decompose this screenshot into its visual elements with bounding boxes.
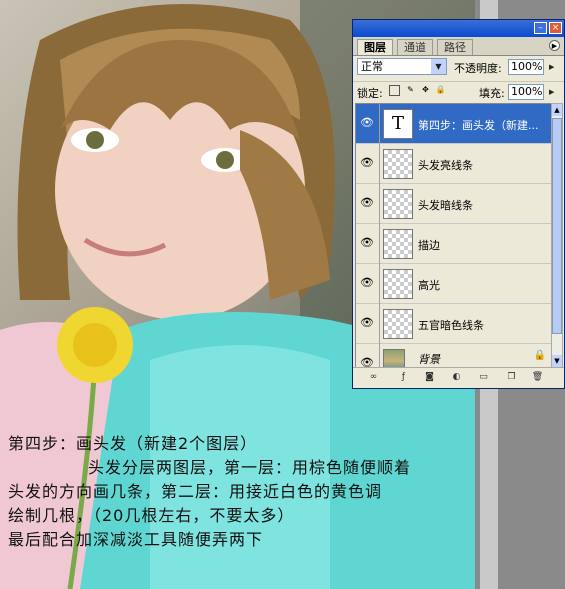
opacity-arrow-icon[interactable]: ▶ — [549, 63, 554, 71]
layer-row[interactable]: 👁 高光 — [356, 264, 552, 304]
layer-row[interactable]: 👁 描边 — [356, 224, 552, 264]
link-icon[interactable]: ∞ — [367, 371, 380, 384]
layer-name: 描边 — [418, 239, 440, 252]
layer-separator — [379, 144, 380, 184]
layer-name: 第四步：画头发（新建... — [418, 119, 539, 132]
layer-name: 五官暗色线条 — [418, 319, 484, 332]
layer-thumbnail — [383, 149, 413, 179]
new-layer-icon[interactable]: ❐ — [505, 371, 518, 384]
caption-line: 第四步：画头发（新建2个图层） — [8, 434, 258, 453]
tutorial-caption: 第四步：画头发（新建2个图层） 头发分层两图层，第一层：用棕色随便顺着 头发的方… — [8, 432, 478, 552]
caption-line: 最后配合加深减淡工具随便弄两下 — [8, 530, 264, 549]
layer-thumbnail — [383, 189, 413, 219]
fill-arrow-icon[interactable]: ▶ — [549, 88, 554, 96]
palette-tabs: 图层 通道 路径 ▶ — [353, 37, 564, 56]
scroll-up-icon[interactable]: ▲ — [552, 104, 562, 116]
palette-titlebar[interactable]: – × — [353, 20, 564, 37]
eye-icon[interactable]: 👁 — [359, 276, 375, 290]
caption-line: 头发分层两图层，第一层：用棕色随便顺着 — [88, 458, 412, 477]
layer-row[interactable]: 👁 头发暗线条 — [356, 184, 552, 224]
layer-scrollbar[interactable]: ▲ ▼ — [551, 103, 563, 368]
blend-opacity-row: 正常 ▼ 不透明度: 100% ▶ — [353, 57, 564, 77]
layer-name: 头发暗线条 — [418, 199, 473, 212]
fill-field[interactable]: 100% — [508, 84, 544, 100]
eye-icon[interactable]: 👁 — [359, 316, 375, 330]
opacity-field[interactable]: 100% — [508, 59, 544, 75]
eye-icon[interactable]: 👁 — [359, 196, 375, 210]
text-layer-thumbnail: T — [383, 109, 413, 139]
layer-separator — [379, 224, 380, 264]
lock-all-icon[interactable]: 🔒 — [435, 85, 446, 96]
tab-paths[interactable]: 路径 — [437, 39, 473, 55]
layer-row[interactable]: 👁 头发亮线条 — [356, 144, 552, 184]
lock-position-icon[interactable]: ✥ — [420, 85, 431, 96]
lock-transparent-icon[interactable] — [389, 85, 400, 96]
layer-style-icon[interactable]: ƒ — [397, 371, 410, 384]
layers-palette: – × 图层 通道 路径 ▶ 正常 ▼ 不透明度: 100% ▶ 锁定: ✎ ✥… — [352, 19, 565, 389]
layer-name: 背景 — [418, 353, 440, 366]
palette-bottom-bar: ∞ ƒ ◙ ◐ ▭ ❐ 🗑 — [353, 367, 564, 388]
layer-name: 高光 — [418, 279, 440, 292]
folder-icon[interactable]: ▭ — [477, 371, 490, 384]
minimize-icon[interactable]: – — [534, 22, 547, 34]
caption-line: 绘制几根，（20几根左右，不要太多） — [8, 506, 295, 525]
scroll-down-icon[interactable]: ▼ — [552, 355, 562, 367]
lock-fill-row: 锁定: ✎ ✥ 🔒 填充: 100% ▶ — [353, 81, 564, 102]
fill-label: 填充: — [479, 87, 505, 100]
layer-row[interactable]: 👁 五官暗色线条 — [356, 304, 552, 344]
lock-icon: 🔒 — [533, 350, 546, 361]
close-icon[interactable]: × — [549, 22, 562, 34]
blend-mode-select[interactable]: 正常 ▼ — [357, 58, 447, 75]
scroll-thumb[interactable] — [552, 118, 562, 334]
opacity-label: 不透明度: — [454, 62, 502, 75]
layer-name: 头发亮线条 — [418, 159, 473, 172]
layer-thumbnail — [383, 229, 413, 259]
palette-menu-icon[interactable]: ▶ — [549, 40, 560, 51]
layer-separator — [379, 104, 380, 144]
layer-separator — [379, 184, 380, 224]
layer-list: 👁 T 第四步：画头发（新建... 👁 头发亮线条 👁 头发暗线条 👁 描边 👁 — [355, 103, 553, 370]
layer-thumbnail — [383, 269, 413, 299]
layer-row[interactable]: 👁 T 第四步：画头发（新建... — [356, 104, 552, 144]
tab-layers[interactable]: 图层 — [357, 39, 393, 55]
lock-image-icon[interactable]: ✎ — [405, 85, 416, 96]
layer-separator — [379, 264, 380, 304]
eye-icon[interactable]: 👁 — [359, 156, 375, 170]
adjustment-icon[interactable]: ◐ — [450, 371, 463, 384]
chevron-down-icon[interactable]: ▼ — [431, 59, 446, 74]
layer-thumbnail — [383, 309, 413, 339]
eye-icon[interactable]: 👁 — [359, 116, 375, 130]
tab-channels[interactable]: 通道 — [397, 39, 433, 55]
lock-label: 锁定: — [357, 87, 383, 100]
mask-icon[interactable]: ◙ — [423, 371, 436, 384]
eye-icon[interactable]: 👁 — [359, 236, 375, 250]
blend-mode-value: 正常 — [361, 60, 383, 73]
caption-line: 头发的方向画几条，第二层：用接近白色的黄色调 — [8, 482, 383, 501]
layer-separator — [379, 304, 380, 344]
trash-icon[interactable]: 🗑 — [531, 371, 544, 384]
